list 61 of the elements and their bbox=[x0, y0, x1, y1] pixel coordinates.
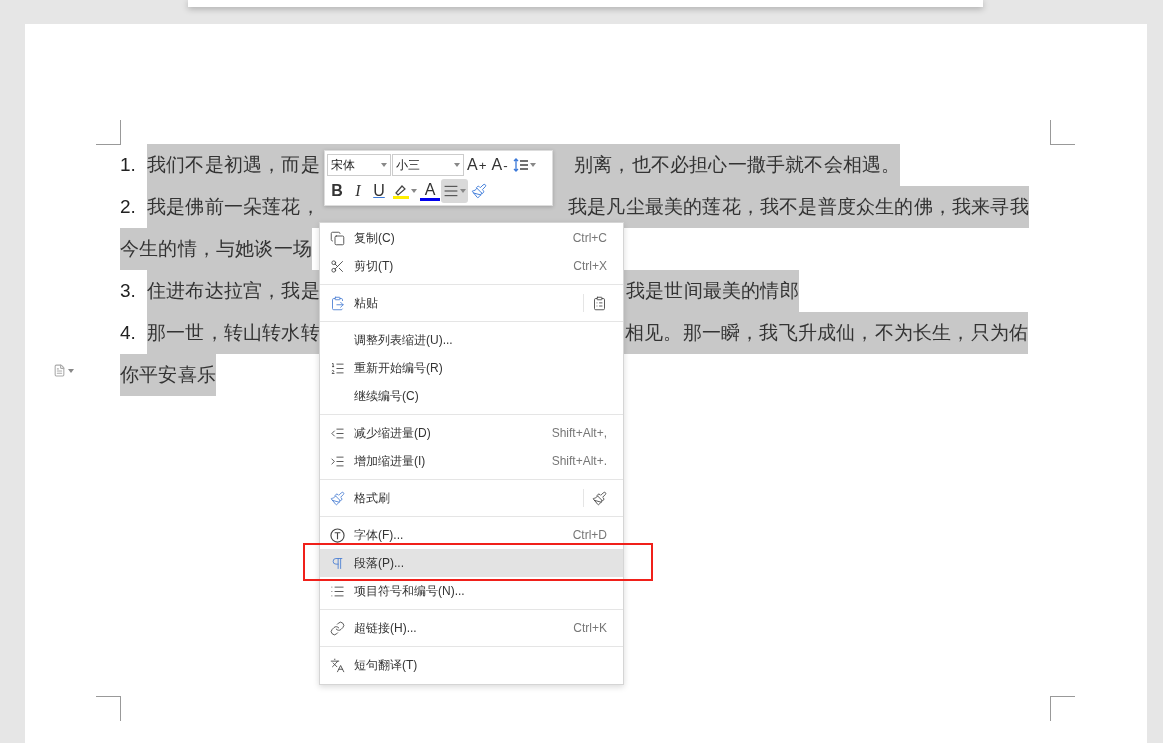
paragraph-text: 那一世，转山转水转 bbox=[147, 321, 320, 346]
size-select[interactable]: 小三 bbox=[392, 154, 464, 177]
caret-icon bbox=[381, 163, 387, 168]
paragraph-text: 我们不是初遇，而是 bbox=[147, 153, 320, 178]
menu-item[interactable]: 增加缩进量(I) Shift+Alt+. bbox=[320, 447, 623, 476]
menu-item[interactable]: 段落(P)... bbox=[320, 549, 623, 578]
menu-item[interactable]: 减少缩进量(D) Shift+Alt+, bbox=[320, 419, 623, 448]
numbered-list-icon bbox=[329, 361, 345, 376]
menu-item[interactable]: 项目符号和编号(N)... bbox=[320, 577, 623, 606]
bold-button[interactable]: B bbox=[327, 179, 347, 204]
menu-item[interactable]: 短句翻译(T) bbox=[320, 651, 623, 680]
menu-item[interactable]: 格式刷 bbox=[320, 484, 623, 513]
paragraph-text: 住进布达拉宫，我是 bbox=[147, 279, 320, 304]
list-number: 4. bbox=[120, 322, 137, 345]
link-icon bbox=[329, 621, 345, 636]
menu-item[interactable]: 复制(C) Ctrl+C bbox=[320, 224, 623, 253]
paragraph-text: 你平安喜乐 bbox=[120, 363, 216, 388]
caret-icon bbox=[454, 163, 460, 168]
align-button[interactable] bbox=[441, 179, 468, 204]
paragraph-text: 今生的情，与她谈一场 bbox=[120, 237, 312, 262]
menu-item[interactable]: 粘贴 bbox=[320, 289, 623, 318]
paragraph-text: 我是世间最美的情郎 bbox=[626, 279, 799, 304]
list-number: 1. bbox=[120, 154, 137, 177]
paragraph-text: 我是佛前一朵莲花， bbox=[147, 195, 320, 220]
menu-item[interactable]: 重新开始编号(R) bbox=[320, 354, 623, 383]
paintbrush-icon bbox=[471, 183, 487, 200]
scissors-icon bbox=[329, 259, 345, 274]
italic-button[interactable]: I bbox=[348, 179, 368, 204]
margin-mark bbox=[96, 696, 121, 722]
outdent-icon bbox=[329, 426, 345, 441]
menu-item[interactable]: 继续编号(C) bbox=[320, 382, 623, 411]
margin-mark bbox=[96, 120, 121, 146]
paragraph-text: 我是凡尘最美的莲花，我不是普度众生的佛，我来寻我 bbox=[568, 195, 1029, 220]
menu-item[interactable]: 剪切(T) Ctrl+X bbox=[320, 252, 623, 281]
translate-icon bbox=[329, 658, 345, 673]
font-select[interactable]: 宋体 bbox=[327, 154, 391, 177]
list-number: 2. bbox=[120, 196, 137, 219]
paragraph-text: 相见。那一瞬，我飞升成仙，不为长生，只为佑 bbox=[625, 321, 1029, 346]
menu-item[interactable]: 调整列表缩进(U)... bbox=[320, 326, 623, 355]
underline-button[interactable]: U bbox=[369, 179, 389, 204]
list-number: 3. bbox=[120, 280, 137, 303]
circled-t-icon bbox=[329, 528, 345, 543]
paintbrush-icon bbox=[329, 491, 345, 506]
menu-item[interactable]: 超链接(H)... Ctrl+K bbox=[320, 614, 623, 643]
indent-icon bbox=[329, 454, 345, 469]
caret-icon bbox=[68, 369, 74, 373]
caret-icon bbox=[529, 163, 536, 168]
copy-icon bbox=[329, 231, 345, 246]
margin-mark bbox=[1050, 120, 1075, 146]
paintbrush-icon[interactable] bbox=[592, 491, 607, 506]
margin-mark bbox=[1050, 696, 1075, 722]
paragraph-menu-icon[interactable] bbox=[53, 364, 74, 378]
caret-icon bbox=[460, 189, 466, 194]
paragraph-icon bbox=[329, 556, 345, 571]
bullet-list-icon bbox=[329, 584, 345, 599]
caret-icon bbox=[411, 189, 417, 194]
menu-item[interactable]: 字体(F)... Ctrl+D bbox=[320, 521, 623, 550]
paste-options-icon[interactable] bbox=[592, 296, 607, 311]
paste-icon bbox=[329, 296, 345, 311]
line-spacing-icon bbox=[512, 157, 529, 174]
paragraph-text: 别离，也不必担心一撒手就不会相遇。 bbox=[574, 153, 901, 178]
